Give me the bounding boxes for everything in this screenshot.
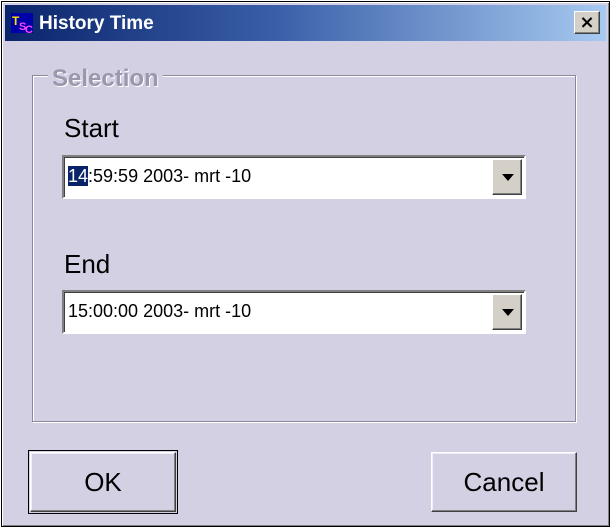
cancel-button[interactable]: Cancel — [431, 452, 577, 512]
window-title: History Time — [39, 13, 154, 34]
end-label: End — [64, 249, 111, 279]
start-dropdown-arrow-icon[interactable] — [492, 159, 522, 195]
selection-group-label: Selection — [48, 65, 163, 93]
end-time-value[interactable]: 15:00:00 2003- mrt -10 — [68, 301, 251, 322]
title-bar[interactable]: T S C History Time × — [5, 5, 606, 41]
ok-button[interactable]: OK — [28, 450, 178, 514]
close-button[interactable]: × — [574, 11, 600, 34]
start-label: Start — [64, 113, 119, 143]
start-time-rest: :59:59 2003- mrt -10 — [88, 166, 252, 186]
tsc-app-icon: T S C — [11, 13, 33, 36]
end-time-combobox[interactable]: 15:00:00 2003- mrt -10 — [62, 290, 526, 334]
start-time-value[interactable]: 14:59:59 2003- mrt -10 — [68, 166, 251, 187]
end-dropdown-arrow-icon[interactable] — [492, 294, 522, 330]
close-icon: × — [579, 12, 595, 33]
start-time-combobox[interactable]: 14:59:59 2003- mrt -10 — [62, 155, 526, 199]
start-hour-selected: 14 — [68, 166, 89, 186]
